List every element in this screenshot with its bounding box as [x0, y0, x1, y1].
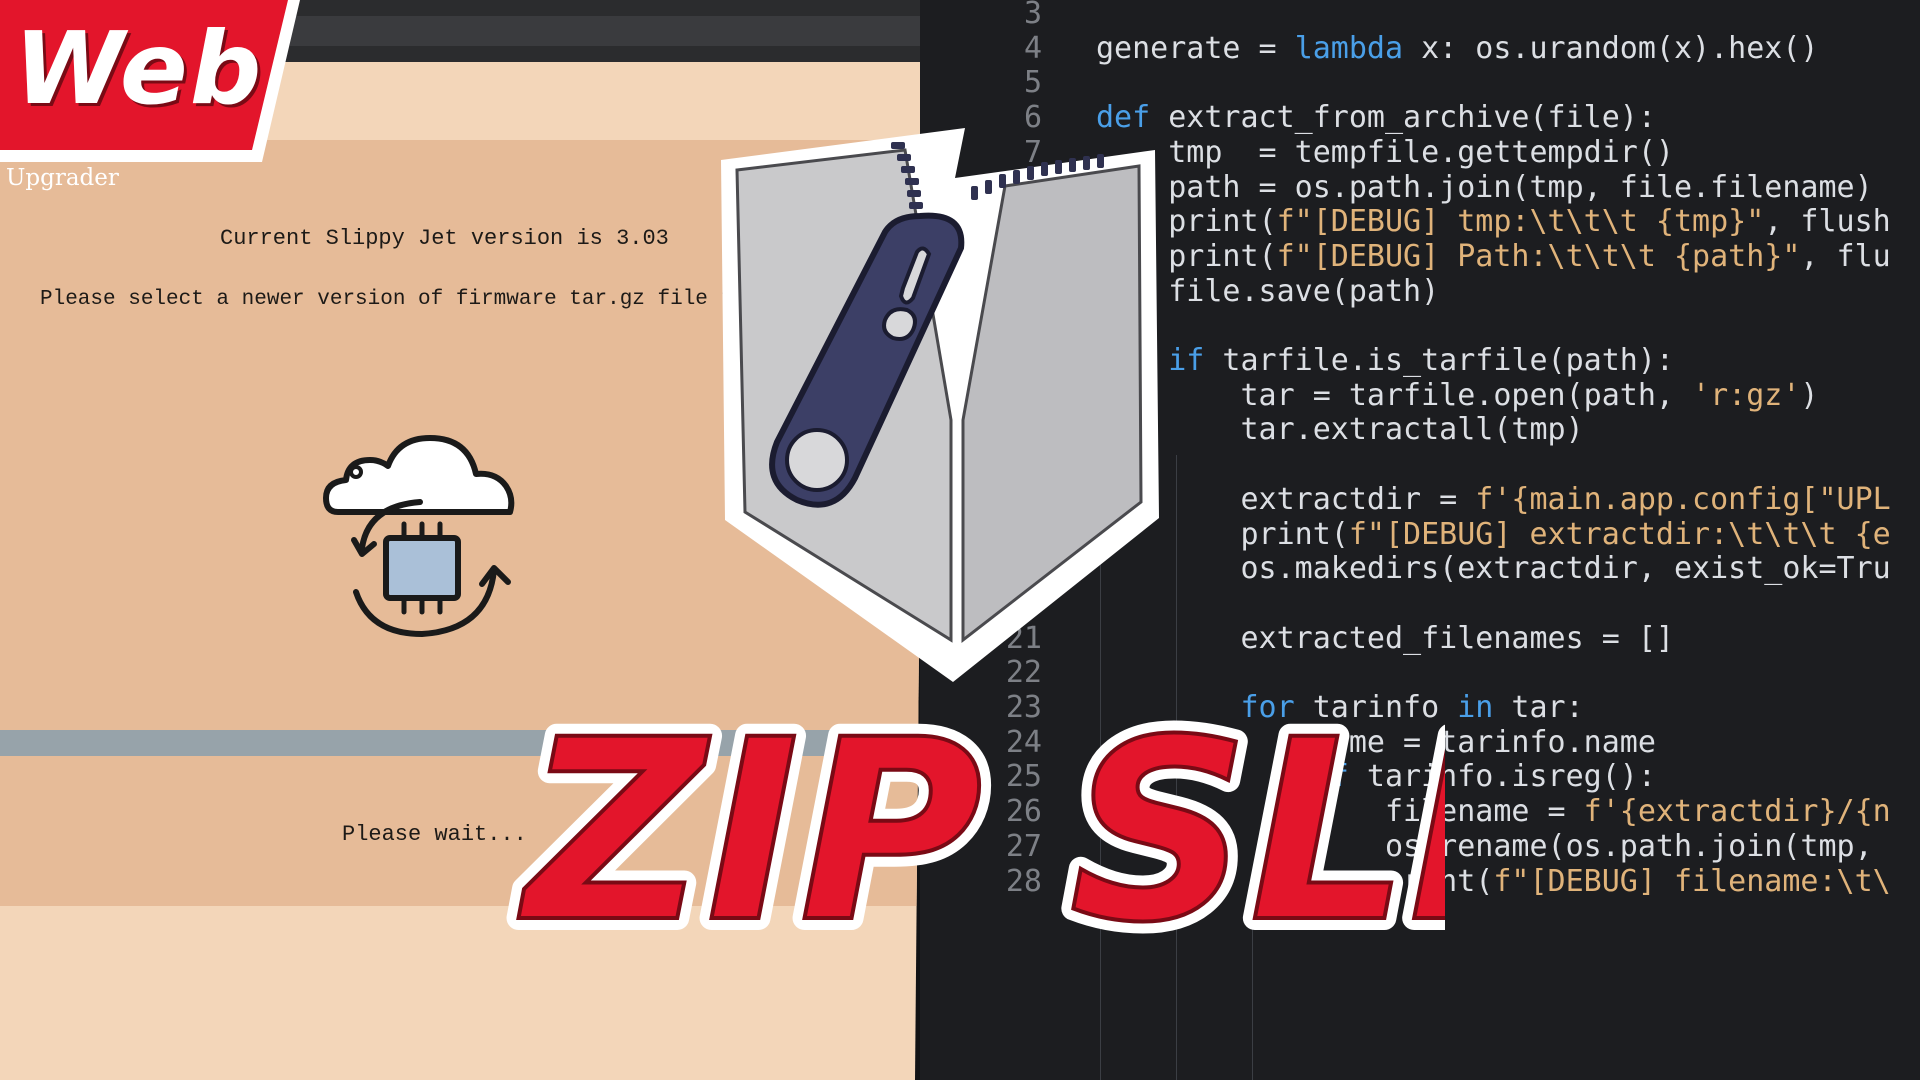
- select-firmware-prompt: Please select a newer version of firmwar…: [40, 288, 771, 311]
- cloud-firmware-sync-icon[interactable]: [318, 420, 538, 660]
- code-text: generate = lambda x: os.urandom(x).hex(): [1096, 30, 1819, 66]
- code-text: os.makedirs(extractdir, exist_ok=Tru: [1096, 551, 1891, 587]
- badge-label: Web: [14, 10, 264, 127]
- wait-status-text: Please wait...: [342, 822, 527, 847]
- title-text: ZIP SLIP: [518, 686, 1445, 977]
- address-bar[interactable]: [290, 16, 925, 46]
- zip-slip-title: ZIP SLIP ZIP SLIP: [506, 680, 1445, 980]
- web-category-badge: Web: [0, 0, 300, 162]
- current-version-text: Current Slippy Jet version is 3.03: [220, 226, 669, 251]
- zipper-shield-icon: [721, 128, 1159, 682]
- page-title: Upgrader: [6, 165, 119, 191]
